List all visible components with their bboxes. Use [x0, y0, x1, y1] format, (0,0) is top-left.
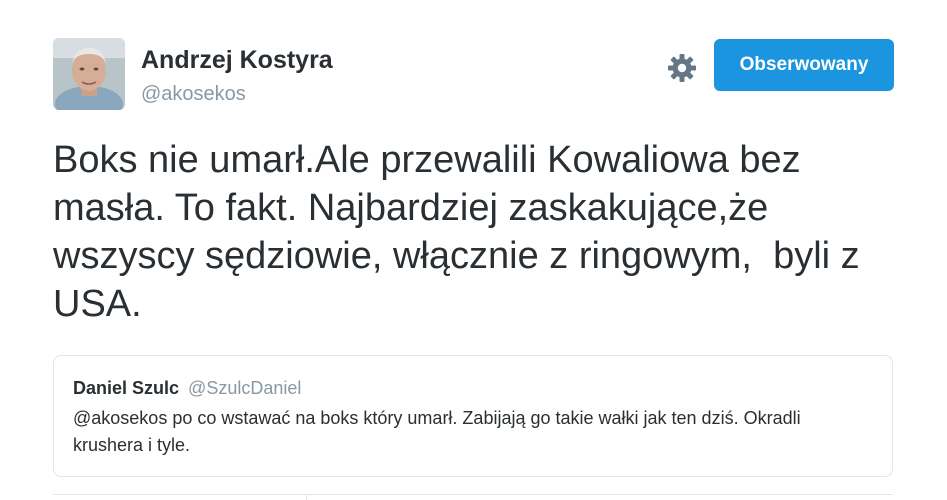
avatar-image: [53, 38, 125, 110]
author-handle[interactable]: @akosekos: [141, 83, 246, 106]
quoted-tweet[interactable]: Daniel Szulc @SzulcDaniel @akosekos po c…: [53, 355, 893, 477]
gear-icon[interactable]: [667, 53, 697, 83]
follow-button[interactable]: Obserwowany: [714, 39, 894, 91]
quoted-author-handle: @SzulcDaniel: [188, 378, 302, 398]
quoted-tweet-header: Daniel Szulc @SzulcDaniel: [73, 378, 301, 399]
tweet-card: Andrzej Kostyra @akosekos Obserwowany Bo…: [0, 0, 947, 500]
avatar[interactable]: [53, 38, 125, 110]
tweet-text: Boks nie umarł.Ale przewalili Kowaliowa …: [53, 139, 871, 325]
quoted-tweet-text: @akosekos po co wstawać na boks który um…: [73, 408, 801, 455]
divider: [306, 494, 307, 500]
divider: [53, 494, 893, 495]
quoted-author-name: Daniel Szulc: [73, 378, 180, 398]
author-name[interactable]: Andrzej Kostyra: [141, 46, 333, 75]
